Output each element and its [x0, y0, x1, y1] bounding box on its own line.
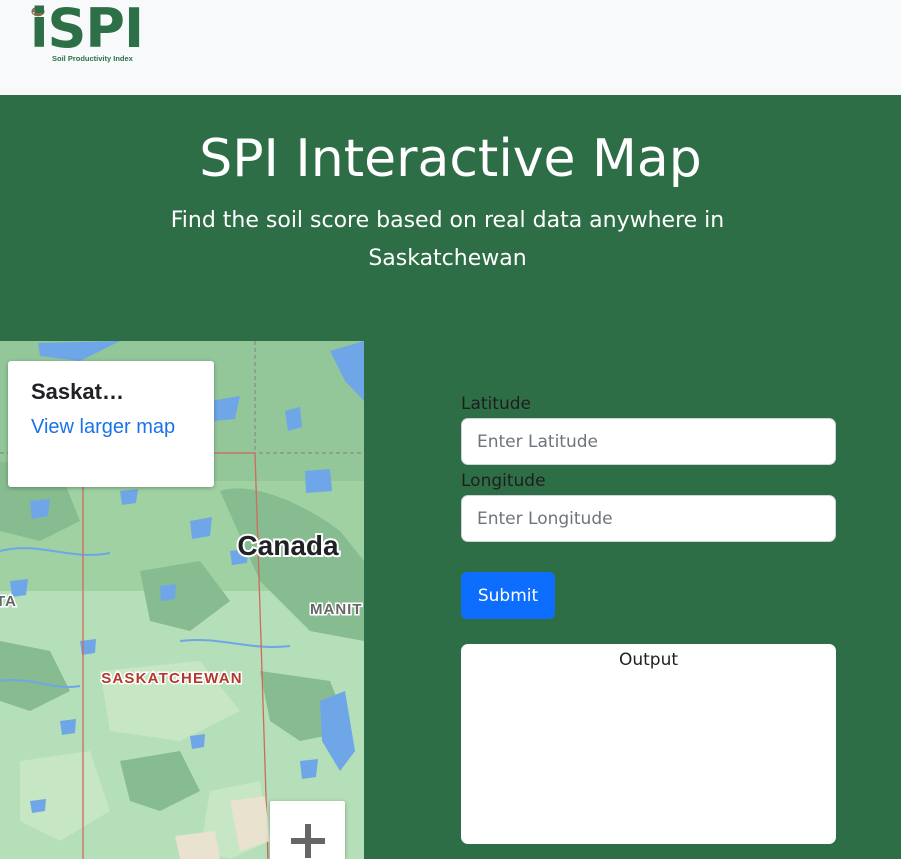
view-larger-map-link[interactable]: View larger map	[31, 413, 181, 441]
output-label: Output	[618, 650, 679, 670]
map-place-name: Saskat…	[31, 379, 124, 404]
map-info-card: Saskat… View larger map	[8, 361, 214, 487]
map-label-country: Canada	[237, 530, 339, 561]
zoom-in-button[interactable]	[270, 801, 345, 859]
longitude-label: Longitude	[461, 471, 546, 491]
longitude-input[interactable]	[461, 495, 836, 542]
page-title: SPI Interactive Map	[199, 129, 702, 189]
output-panel: Output	[461, 644, 836, 844]
logo-subtitle: Soil Productivity Index	[52, 54, 133, 63]
latitude-input[interactable]	[461, 418, 836, 465]
page-subtitle: Find the soil score based on real data a…	[170, 208, 725, 271]
latitude-label: Latitude	[461, 394, 531, 414]
logo-wordmark: iSPI	[30, 0, 144, 60]
ispi-logo[interactable]: iSPI Soil Productivity Index	[30, 0, 170, 64]
submit-button[interactable]: Submit	[461, 572, 555, 619]
map-label-alberta: TA	[0, 593, 17, 610]
map-label-province: SASKATCHEWAN	[101, 670, 243, 687]
top-navbar: iSPI Soil Productivity Index	[0, 0, 901, 95]
map-label-manitoba: MANIT	[310, 601, 363, 618]
